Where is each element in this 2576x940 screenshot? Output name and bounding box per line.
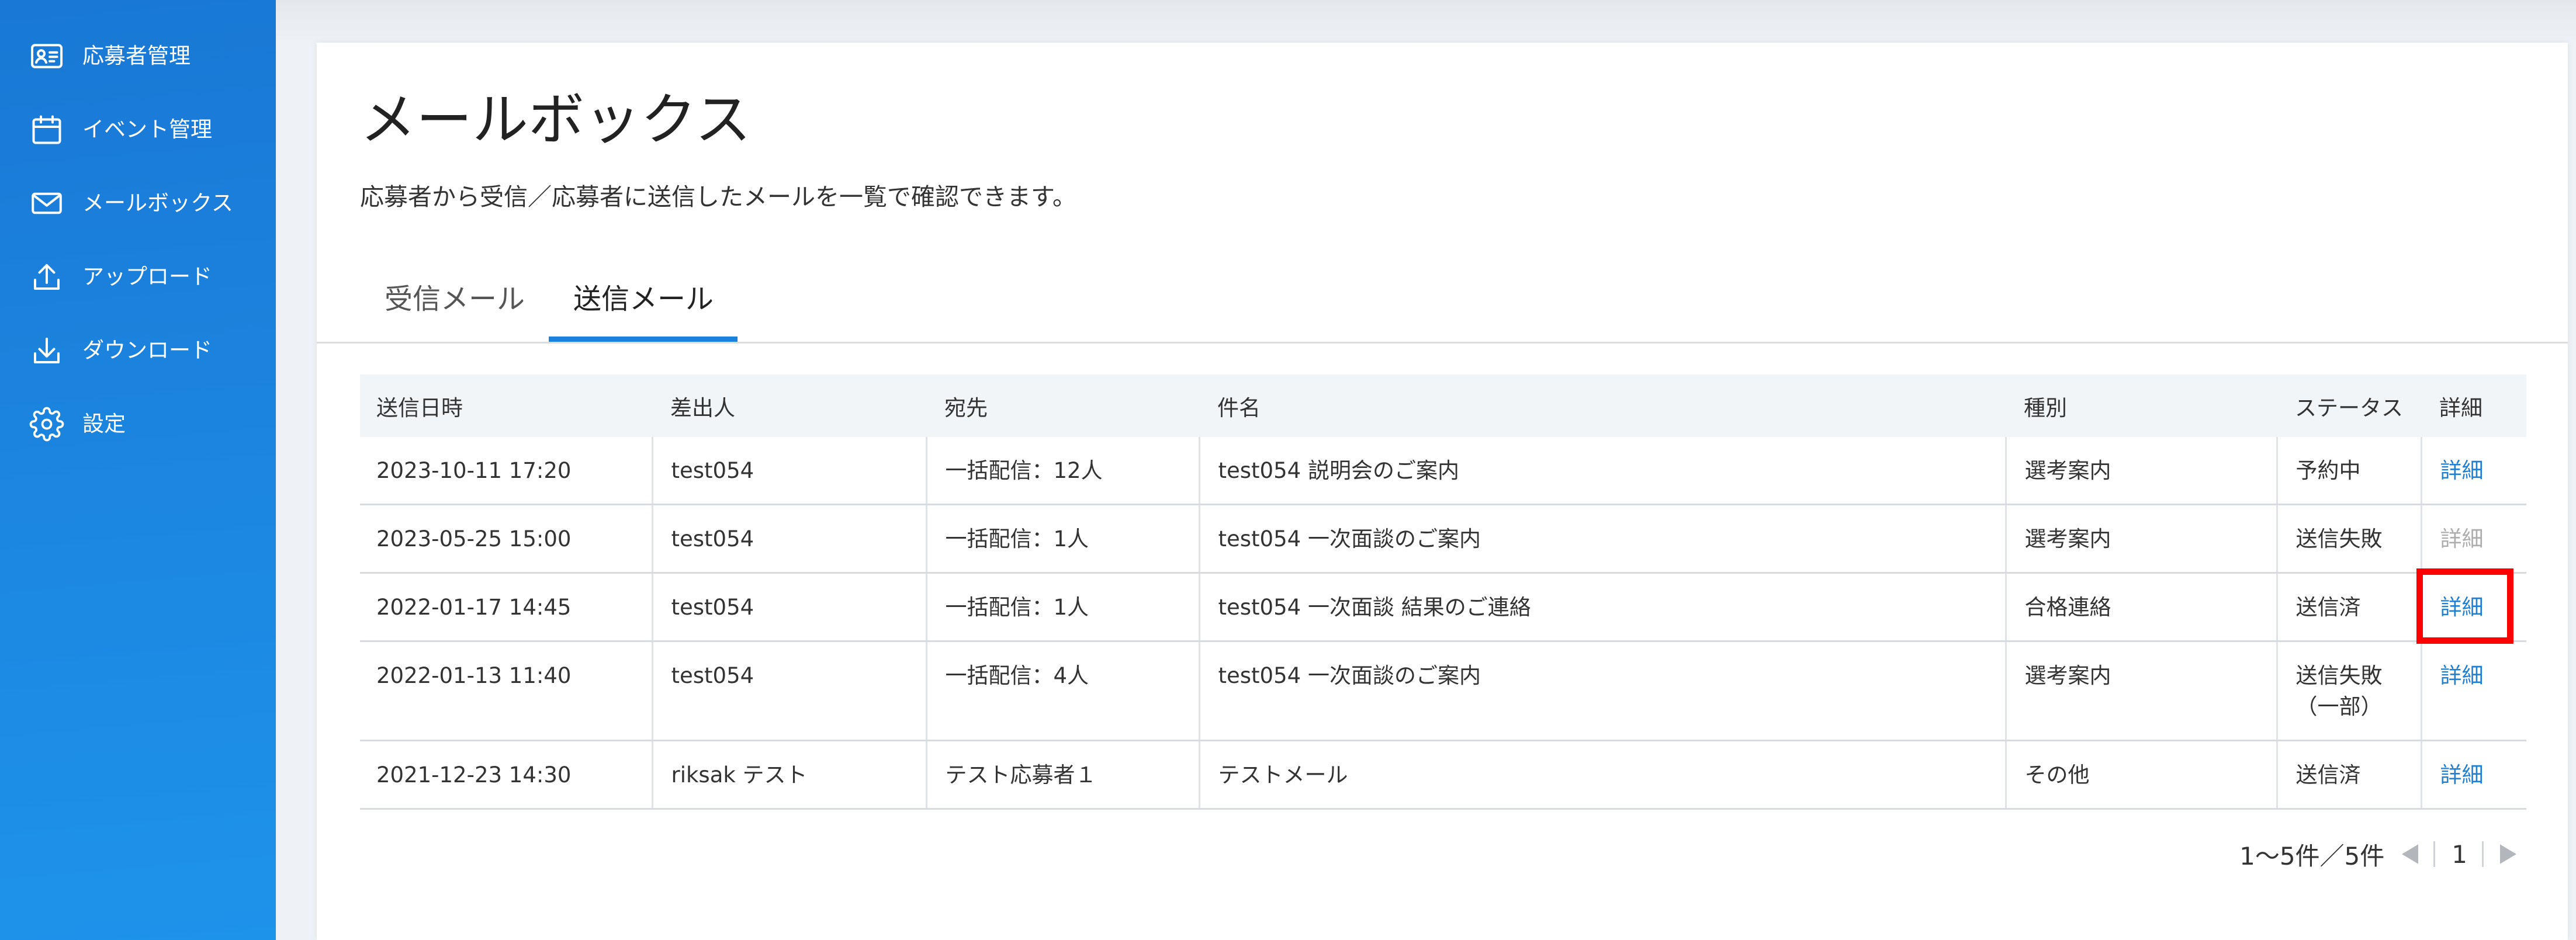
page-title: メールボックス	[360, 87, 752, 152]
sidebar-item-label: アップロード	[82, 264, 212, 289]
column-header-subject: 件名	[1199, 374, 2006, 437]
cell-status: 送信失敗 （一部）	[2276, 641, 2421, 741]
sidebar-item-label: 応募者管理	[82, 43, 191, 68]
cell-detail: 詳細	[2420, 740, 2526, 810]
cell-sent-at: 2022-01-17 14:45	[360, 573, 652, 642]
column-header-recipient: 宛先	[926, 374, 1199, 437]
cell-sent-at: 2021-12-23 14:30	[360, 740, 652, 810]
tab-received-mail[interactable]: 受信メール	[360, 266, 549, 342]
column-header-sent-at: 送信日時	[360, 374, 652, 437]
table-row: 2021-12-23 14:30 riksak テスト テスト応募者１ テストメ…	[360, 740, 2526, 810]
table-row: 2023-10-11 17:20 test054 一括配信：12人 test05…	[360, 437, 2526, 505]
tab-divider	[317, 342, 2568, 344]
cell-status: 送信済	[2276, 573, 2421, 642]
cell-subject: test054 一次面談 結果のご連絡	[1198, 573, 2006, 642]
pagination-divider	[2433, 841, 2436, 867]
table-header-row: 送信日時 差出人 宛先 件名 種別 ステータス 詳細	[360, 374, 2526, 437]
cell-type: 選考案内	[2004, 504, 2277, 574]
cell-recipient: テスト応募者１	[925, 740, 1199, 810]
sidebar-item-events[interactable]: イベント管理	[0, 93, 276, 167]
cell-detail: 詳細	[2420, 573, 2526, 642]
detail-link[interactable]: 詳細	[2440, 458, 2484, 483]
cell-subject: test054 一次面談のご案内	[1198, 641, 2006, 741]
sidebar-item-applicants[interactable]: 応募者管理	[0, 19, 276, 93]
mail-tabs: 受信メール 送信メール	[360, 266, 738, 342]
calendar-icon	[29, 112, 64, 147]
column-header-status: ステータス	[2277, 374, 2421, 437]
column-header-type: 種別	[2006, 374, 2277, 437]
sidebar-item-settings[interactable]: 設定	[0, 387, 276, 461]
cell-subject: test054 説明会のご案内	[1198, 437, 2006, 505]
gear-icon	[29, 407, 64, 442]
table-row: 2022-01-13 11:40 test054 一括配信：4人 test054…	[360, 641, 2526, 741]
id-card-icon	[29, 39, 64, 74]
download-icon	[29, 333, 64, 368]
detail-link[interactable]: 詳細	[2440, 595, 2484, 620]
column-header-sender: 差出人	[652, 374, 926, 437]
mailbox-panel: メールボックス 応募者から受信／応募者に送信したメールを一覧で確認できます。 受…	[317, 43, 2568, 940]
cell-recipient: 一括配信：1人	[925, 573, 1199, 642]
pagination-summary: 1～5件／5件	[2239, 841, 2385, 870]
sidebar-nav: 応募者管理 イベント管理 メールボックス アップロード ダウンロード 設定	[0, 19, 276, 461]
upload-icon	[29, 259, 64, 294]
sidebar-item-label: 設定	[82, 411, 126, 436]
cell-type: 合格連絡	[2004, 573, 2277, 642]
cell-sender: test054	[651, 641, 926, 741]
cell-type: 選考案内	[2004, 641, 2277, 741]
cell-type: その他	[2004, 740, 2277, 810]
mail-icon	[29, 186, 64, 221]
pagination-current-page[interactable]: 1	[2452, 840, 2467, 869]
top-background	[276, 0, 2576, 43]
cell-sent-at: 2022-01-13 11:40	[360, 641, 652, 741]
table-row: 2022-01-17 14:45 test054 一括配信：1人 test054…	[360, 573, 2526, 642]
cell-recipient: 一括配信：1人	[925, 504, 1199, 574]
page-description: 応募者から受信／応募者に送信したメールを一覧で確認できます。	[360, 183, 1076, 211]
caret-left-icon[interactable]	[2401, 842, 2419, 866]
cell-status: 予約中	[2276, 437, 2421, 505]
cell-status: 送信済	[2276, 740, 2421, 810]
pagination: 1～5件／5件 1	[2239, 837, 2517, 872]
sidebar-item-label: メールボックス	[82, 190, 233, 216]
sidebar-item-mailbox[interactable]: メールボックス	[0, 167, 276, 240]
cell-sender: test054	[651, 437, 926, 505]
column-header-detail: 詳細	[2421, 374, 2526, 437]
cell-recipient: 一括配信：12人	[925, 437, 1199, 505]
cell-sender: test054	[651, 504, 926, 574]
cell-sender: test054	[651, 573, 926, 642]
cell-sender: riksak テスト	[651, 740, 926, 810]
sidebar-item-download[interactable]: ダウンロード	[0, 314, 276, 387]
detail-link[interactable]: 詳細	[2440, 663, 2484, 688]
table-row: 2023-05-25 15:00 test054 一括配信：1人 test054…	[360, 504, 2526, 574]
detail-link-disabled: 詳細	[2440, 526, 2484, 551]
cell-detail: 詳細	[2420, 641, 2526, 741]
cell-recipient: 一括配信：4人	[925, 641, 1199, 741]
pagination-divider	[2482, 841, 2484, 867]
cell-type: 選考案内	[2004, 437, 2277, 505]
cell-sent-at: 2023-10-11 17:20	[360, 437, 652, 505]
cell-detail: 詳細	[2420, 504, 2526, 574]
cell-sent-at: 2023-05-25 15:00	[360, 504, 652, 574]
cell-subject: test054 一次面談のご案内	[1198, 504, 2006, 574]
sidebar-item-label: イベント管理	[82, 117, 212, 142]
sent-mail-table: 送信日時 差出人 宛先 件名 種別 ステータス 詳細 2023-10-11 17…	[360, 374, 2526, 810]
sidebar-item-label: ダウンロード	[82, 338, 212, 363]
detail-link[interactable]: 詳細	[2440, 762, 2484, 788]
cell-subject: テストメール	[1198, 740, 2006, 810]
sidebar: 応募者管理 イベント管理 メールボックス アップロード ダウンロード 設定	[0, 0, 276, 940]
tab-sent-mail[interactable]: 送信メール	[549, 266, 738, 342]
caret-right-icon[interactable]	[2499, 842, 2517, 866]
sidebar-item-upload[interactable]: アップロード	[0, 240, 276, 314]
cell-status: 送信失敗	[2276, 504, 2421, 574]
cell-detail: 詳細	[2420, 437, 2526, 505]
